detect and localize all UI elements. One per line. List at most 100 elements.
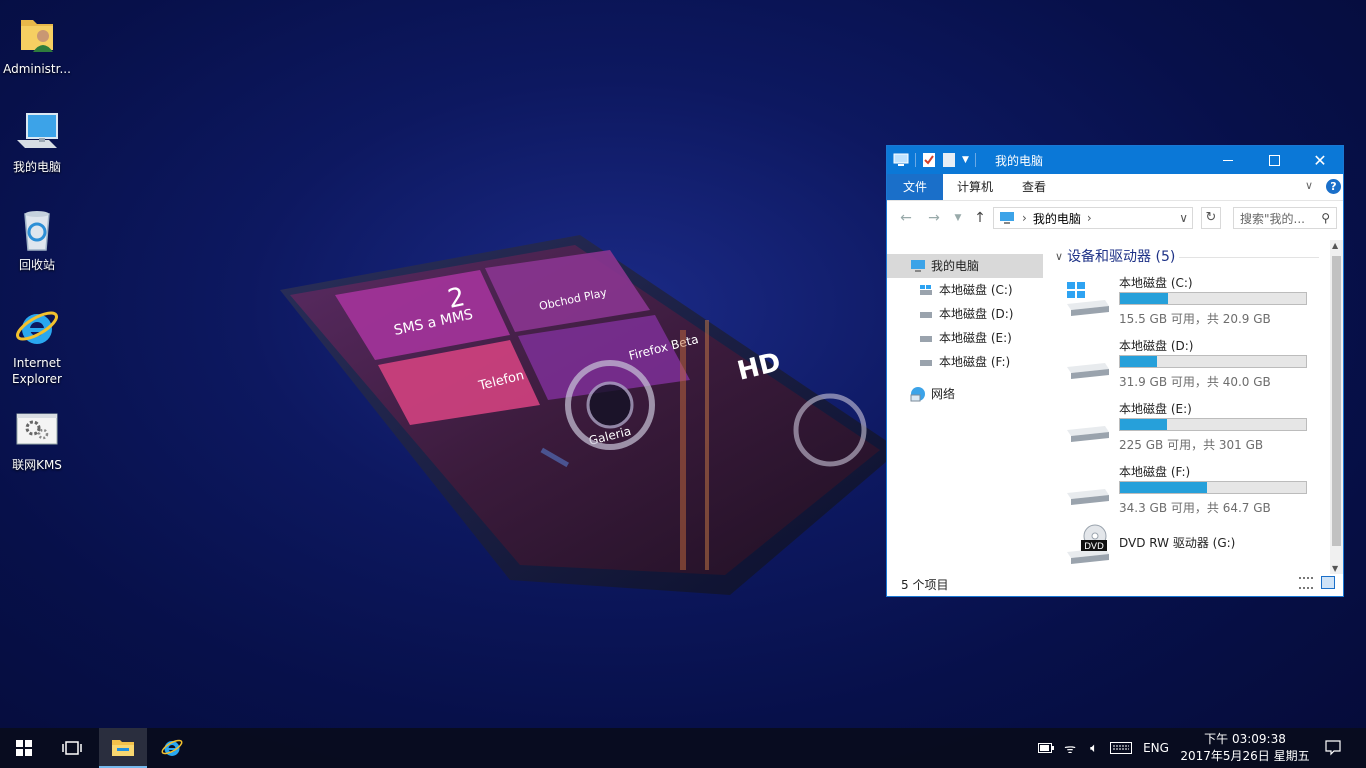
search-icon: ⚲ (1321, 211, 1330, 225)
wallpaper-phone-image: SMS a MMS 2 Obchod Play Telefon Firefox … (280, 235, 900, 595)
scroll-down-icon[interactable]: ▼ (1332, 564, 1338, 573)
minimize-button[interactable] (1205, 146, 1251, 174)
folder-icon (112, 740, 134, 756)
window-title: 我的电脑 (995, 154, 1044, 168)
task-view-icon (62, 741, 82, 755)
nav-item-drive-f[interactable]: 本地磁盘 (F:) (887, 350, 1043, 374)
arrow-right-icon: → (928, 210, 940, 226)
hard-drive-icon (920, 312, 932, 318)
hard-drive-icon (1067, 489, 1109, 505)
drive-usage-bar (1119, 355, 1307, 368)
nav-item-network[interactable]: 网络 (887, 382, 1043, 406)
desktop-icon-recycle-bin[interactable]: 回收站 (0, 206, 74, 273)
internet-explorer-icon (16, 311, 58, 344)
taskbar-internet-explorer[interactable] (148, 728, 196, 768)
item-count: 5 个项目 (901, 578, 949, 592)
clock-date: 2017年5月26日 星期五 (1180, 749, 1310, 763)
input-language-indicator[interactable]: ENG (1140, 728, 1172, 768)
drive-name: 本地磁盘 (F:) (1119, 465, 1191, 479)
drive-tile-e[interactable]: 本地磁盘 (E:) 225 GB 可用，共 301 GB (1065, 400, 1325, 456)
navigation-pane: 我的电脑 本地磁盘 (C:) 本地磁盘 (D:) 本地磁盘 (E:) 本地磁盘 … (887, 246, 1045, 571)
wifi-icon[interactable]: ᯤ (1060, 728, 1080, 768)
quick-access-toolbar: ▼ (893, 152, 976, 168)
large-icons-view-icon[interactable] (1321, 576, 1335, 589)
desktop-icon-kms[interactable]: 联网KMS (0, 406, 74, 473)
drive-usage-bar (1119, 418, 1307, 431)
section-header-devices[interactable]: ∨ 设备和驱动器 (5) (1055, 246, 1175, 266)
refresh-button[interactable]: ↻ (1201, 207, 1221, 229)
clock-time: 下午 03:09:38 (1204, 732, 1286, 746)
address-field[interactable]: › 我的电脑 › ∨ (993, 207, 1193, 229)
drive-space-info: 34.3 GB 可用，共 64.7 GB (1119, 501, 1271, 515)
file-explorer-window: ▼ 我的电脑 ✕ 文件 计算机 查看 ∨ ? ← → ▼ ↑ › 我的电脑 › … (886, 145, 1344, 597)
volume-icon[interactable]: 🔈︎ (1084, 728, 1104, 768)
start-button[interactable] (0, 728, 48, 768)
computer-icon (1000, 212, 1014, 224)
taskbar: ᯤ 🔈︎ ENG 下午 03:09:38 2017年5月26日 星期五 (0, 728, 1366, 768)
tab-computer[interactable]: 计算机 (943, 174, 1007, 200)
desktop-icon-label: 回收站 (18, 258, 55, 272)
drive-usage-bar (1119, 292, 1307, 305)
hard-drive-icon (920, 360, 932, 366)
maximize-icon (1268, 154, 1280, 166)
windows-drive-icon (920, 285, 932, 295)
desktop-icon-label: Internet Explorer (12, 356, 62, 386)
address-dropdown-icon[interactable]: ∨ (1179, 211, 1188, 225)
nav-item-label: 本地磁盘 (E:) (939, 331, 1012, 345)
nav-item-label: 网络 (931, 387, 956, 401)
computer-icon (893, 153, 909, 166)
drive-tile-c[interactable]: 本地磁盘 (C:) 15.5 GB 可用，共 20.9 GB (1065, 274, 1325, 330)
nav-item-label: 本地磁盘 (C:) (939, 283, 1013, 297)
up-button[interactable]: ↑ (971, 208, 989, 228)
desktop-icon-internet-explorer[interactable]: Internet Explorer (0, 304, 74, 387)
section-divider (1179, 257, 1319, 258)
desktop-icon-this-pc[interactable]: 我的电脑 (0, 108, 74, 175)
back-button[interactable]: ← (897, 208, 915, 228)
taskbar-file-explorer[interactable] (99, 728, 147, 768)
computer-icon (17, 113, 58, 148)
windows-drive-icon (1067, 282, 1109, 316)
search-input[interactable]: 搜索"我的... ⚲ (1233, 207, 1337, 229)
nav-item-label: 本地磁盘 (F:) (939, 355, 1011, 369)
scroll-up-icon[interactable]: ▲ (1332, 241, 1338, 250)
ribbon-expand-icon[interactable]: ∨ (1305, 179, 1313, 192)
drive-usage-fill (1120, 356, 1158, 367)
content-scrollbar[interactable]: ▲ ▼ (1330, 240, 1343, 574)
nav-item-label: 本地磁盘 (D:) (939, 307, 1014, 321)
drive-name: DVD RW 驱动器 (G:) (1119, 536, 1236, 550)
details-view-icon[interactable] (1299, 577, 1313, 589)
drive-tile-dvd[interactable]: DVD DVD RW 驱动器 (G:) (1065, 524, 1325, 570)
nav-item-drive-c[interactable]: 本地磁盘 (C:) (887, 278, 1043, 302)
maximize-button[interactable] (1251, 146, 1297, 174)
breadcrumb-this-pc[interactable]: 我的电脑 (1033, 210, 1081, 227)
drive-tile-d[interactable]: 本地磁盘 (D:) 31.9 GB 可用，共 40.0 GB (1065, 337, 1325, 393)
recent-locations-button[interactable]: ▼ (949, 208, 967, 228)
search-placeholder: 搜索"我的... (1240, 211, 1305, 226)
drive-tile-f[interactable]: 本地磁盘 (F:) 34.3 GB 可用，共 64.7 GB (1065, 463, 1325, 519)
chevron-down-icon: ▼ (954, 213, 962, 223)
clock[interactable]: 下午 03:09:38 2017年5月26日 星期五 (1176, 731, 1314, 765)
chevron-down-icon[interactable]: ▼ (962, 155, 969, 165)
new-folder-icon[interactable] (942, 152, 956, 168)
nav-item-drive-d[interactable]: 本地磁盘 (D:) (887, 302, 1043, 326)
forward-button[interactable]: → (925, 208, 943, 228)
close-icon: ✕ (1313, 150, 1327, 170)
task-view-button[interactable] (48, 728, 96, 768)
window-titlebar[interactable]: ▼ 我的电脑 ✕ (887, 146, 1343, 174)
tab-file[interactable]: 文件 (887, 174, 943, 200)
action-center-icon[interactable] (1320, 728, 1346, 768)
drive-space-info: 15.5 GB 可用，共 20.9 GB (1119, 312, 1271, 326)
tab-view[interactable]: 查看 (1008, 174, 1060, 200)
kms-activator-icon (16, 413, 58, 445)
nav-item-this-pc[interactable]: 我的电脑 (887, 254, 1043, 278)
hard-drive-icon (1067, 426, 1109, 442)
scrollbar-thumb[interactable] (1332, 256, 1341, 546)
help-icon[interactable]: ? (1326, 179, 1341, 194)
desktop-icon-administrator[interactable]: Administr... (0, 10, 74, 77)
keyboard-icon[interactable] (1108, 728, 1134, 768)
close-button[interactable]: ✕ (1297, 146, 1343, 174)
nav-item-drive-e[interactable]: 本地磁盘 (E:) (887, 326, 1043, 350)
battery-icon[interactable] (1036, 728, 1056, 768)
drive-name: 本地磁盘 (C:) (1119, 276, 1193, 290)
properties-icon[interactable] (922, 152, 936, 168)
